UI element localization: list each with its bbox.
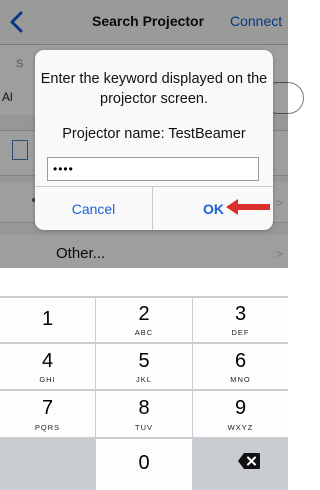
key-number: 0 (138, 452, 150, 474)
key-letters: PQRS (34, 423, 61, 432)
key-letters: TUV (135, 423, 153, 432)
key-letters: ABC (134, 328, 154, 337)
key-number: 4 (41, 350, 54, 372)
key-1[interactable]: 1 (0, 298, 95, 342)
key-8[interactable]: 8 TUV (96, 391, 192, 437)
key-number: 3 (234, 303, 247, 325)
projector-name-text: Projector name: TestBeamer (62, 126, 246, 142)
key-4[interactable]: 4 GHI (0, 344, 95, 389)
blank-key (0, 439, 95, 490)
key-number: 7 (41, 397, 54, 419)
key-number: 1 (41, 308, 54, 330)
key-letters: DEF (231, 328, 250, 337)
key-number: 6 (234, 350, 247, 372)
key-letters: GHI (39, 375, 56, 384)
key-6[interactable]: 6 MNO (193, 344, 288, 389)
key-5[interactable]: 5 JKL (96, 344, 192, 389)
red-arrow-icon (226, 199, 270, 215)
key-number: 9 (234, 397, 247, 419)
key-letters: WXYZ (227, 423, 254, 432)
cancel-button[interactable]: Cancel (35, 187, 153, 230)
key-number: 5 (138, 350, 150, 372)
key-letters: JKL (136, 375, 152, 384)
key-3[interactable]: 3 DEF (193, 298, 288, 342)
key-9[interactable]: 9 WXYZ (193, 391, 288, 437)
backspace-icon (238, 453, 260, 469)
key-letters: MNO (230, 375, 251, 384)
key-7[interactable]: 7 PQRS (0, 391, 95, 437)
key-2[interactable]: 2 ABC (96, 298, 192, 342)
key-number: 2 (138, 303, 150, 325)
keyword-input[interactable] (47, 157, 259, 181)
key-0[interactable]: 0 (96, 439, 192, 490)
key-number: 8 (138, 397, 150, 419)
alert-message: Enter the keyword displayed on the proje… (40, 71, 268, 107)
delete-key[interactable] (193, 439, 288, 490)
numeric-keypad: 1 2 ABC 3 DEF 4 GHI 5 JKL 6 MNO 7 PQRS 8… (0, 296, 288, 490)
